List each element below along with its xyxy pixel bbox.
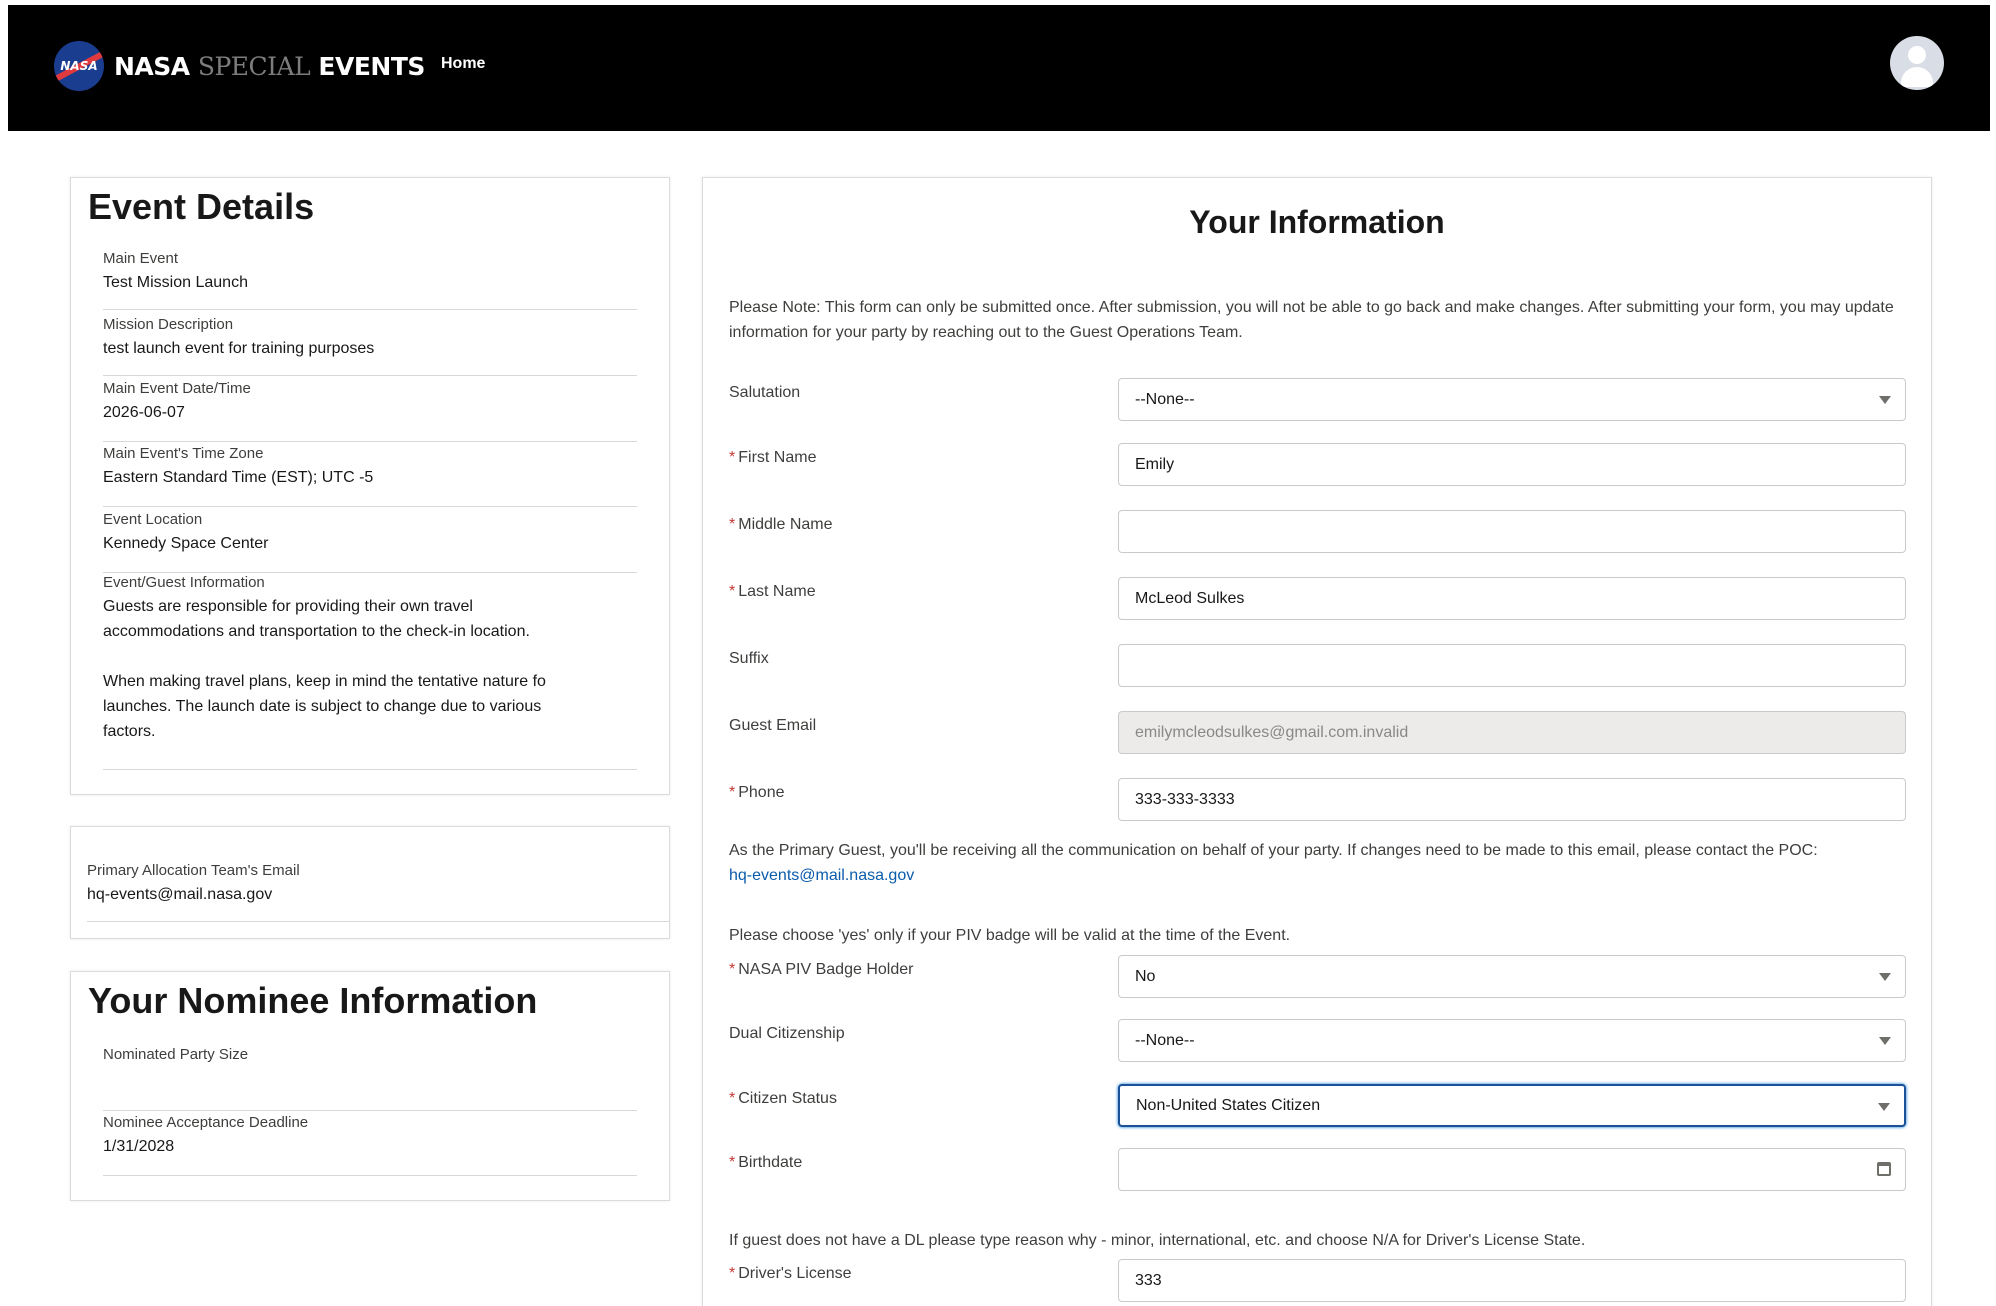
chevron-down-icon [1879, 396, 1891, 404]
field-allocation-email: Primary Allocation Team's Email hq-event… [87, 860, 669, 922]
required-marker: * [729, 1265, 736, 1282]
nasa-meatball-icon: NASA [54, 41, 104, 91]
first-name-label: * First Name [729, 449, 817, 466]
guest-email-label: Guest Email [729, 717, 817, 734]
event-details-title: Event Details [88, 186, 315, 227]
field-mission-description: Mission Description test launch event fo… [103, 314, 637, 376]
field-label: Nominee Acceptance Deadline [103, 1114, 309, 1131]
brand-nasa: NASA [114, 51, 190, 81]
your-information-title: Your Information [1189, 204, 1445, 240]
field-label: Nominated Party Size [103, 1046, 249, 1063]
nav-home-link[interactable]: Home [441, 55, 485, 73]
middle-name-label: * Middle Name [729, 516, 833, 533]
middle-name-input[interactable] [1118, 510, 1906, 553]
piv-note: Please choose 'yes' only if your PIV bad… [729, 927, 1291, 944]
required-marker: * [729, 784, 736, 801]
field-value: Guests are responsible for providing the… [103, 598, 546, 740]
required-marker: * [729, 961, 736, 978]
field-label: Primary Allocation Team's Email [87, 862, 300, 879]
field-value: 2026-06-07 [103, 404, 185, 421]
suffix-input[interactable] [1118, 644, 1906, 687]
first-name-input[interactable]: Emily [1118, 443, 1906, 486]
brand-name: NASA SPECIAL EVENTS [114, 52, 425, 81]
dual-citizenship-select[interactable]: --None-- [1118, 1019, 1906, 1062]
field-value: Eastern Standard Time (EST); UTC -5 [103, 469, 374, 486]
top-navbar: NASA NASA SPECIAL EVENTS Home [8, 5, 1990, 131]
last-name-label: * Last Name [729, 583, 816, 600]
citizen-status-label: * Citizen Status [729, 1090, 837, 1107]
field-value: Kennedy Space Center [103, 535, 269, 552]
required-marker: * [729, 583, 736, 600]
required-marker: * [729, 516, 736, 533]
salutation-label: Salutation [729, 384, 801, 401]
brand-special: SPECIAL [197, 51, 311, 81]
piv-badge-select[interactable]: No [1118, 955, 1906, 998]
field-acceptance-deadline: Nominee Acceptance Deadline 1/31/2028 [103, 1112, 637, 1176]
required-marker: * [729, 1090, 736, 1107]
user-avatar-icon[interactable] [1890, 36, 1944, 90]
chevron-down-icon [1879, 973, 1891, 981]
poc-email-link[interactable]: hq-events@mail.nasa.gov [729, 867, 914, 884]
nasa-special-events-logo[interactable]: NASA NASA SPECIAL EVENTS [54, 41, 425, 91]
last-name-input[interactable]: McLeod Sulkes [1118, 577, 1906, 620]
phone-input[interactable]: 333-333-3333 [1118, 778, 1906, 821]
your-information-card: Your Information Please Note: This form … [702, 177, 1932, 1306]
birthdate-input[interactable] [1118, 1148, 1906, 1191]
required-marker: * [729, 1154, 736, 1171]
field-time-zone: Main Event's Time Zone Eastern Standard … [103, 443, 637, 507]
brand-events: EVENTS [318, 51, 425, 81]
field-guest-information: Event/Guest Information Guests are respo… [103, 572, 637, 770]
calendar-icon[interactable] [1877, 1162, 1891, 1176]
field-label: Main Event's Time Zone [103, 445, 264, 462]
field-event-location: Event Location Kennedy Space Center [103, 509, 637, 573]
field-main-event: Main Event Test Mission Launch [103, 248, 637, 310]
field-value: 1/31/2028 [103, 1138, 175, 1155]
drivers-license-note: If guest does not have a DL please type … [729, 1232, 1586, 1249]
chevron-down-icon [1878, 1103, 1890, 1111]
chevron-down-icon [1879, 1037, 1891, 1045]
field-label: Main Event Date/Time [103, 380, 251, 397]
phone-label: * Phone [729, 784, 785, 801]
salutation-select[interactable]: --None-- [1118, 378, 1906, 421]
guest-email-input: emilymcleodsulkes@gmail.com.invalid [1118, 711, 1906, 754]
event-details-card: Event Details Main Event Test Mission La… [70, 177, 670, 795]
primary-guest-note: As the Primary Guest, you'll be receivin… [729, 842, 1818, 884]
required-marker: * [729, 449, 736, 466]
field-main-event-date: Main Event Date/Time 2026-06-07 [103, 378, 637, 442]
dual-citizenship-label: Dual Citizenship [729, 1025, 845, 1042]
drivers-license-label: * Driver's License [729, 1265, 852, 1282]
nominee-information-card: Your Nominee Information Nominated Party… [70, 971, 670, 1201]
field-party-size: Nominated Party Size [103, 1044, 637, 1111]
piv-badge-label: * NASA PIV Badge Holder [729, 961, 914, 978]
field-value: test launch event for training purposes [103, 340, 375, 357]
suffix-label: Suffix [729, 650, 769, 667]
field-label: Mission Description [103, 316, 234, 333]
allocation-team-card: Primary Allocation Team's Email hq-event… [70, 826, 670, 939]
nominee-title: Your Nominee Information [88, 980, 538, 1021]
field-label: Main Event [103, 250, 179, 267]
submission-note: Please Note: This form can only be submi… [729, 299, 1894, 341]
birthdate-label: * Birthdate [729, 1154, 803, 1171]
field-label: Event/Guest Information [103, 574, 265, 591]
field-value: hq-events@mail.nasa.gov [87, 886, 273, 903]
field-label: Event Location [103, 511, 203, 528]
citizen-status-select[interactable]: Non-United States Citizen [1118, 1084, 1906, 1127]
field-value: Test Mission Launch [103, 274, 248, 291]
drivers-license-input[interactable]: 333 [1118, 1259, 1906, 1302]
